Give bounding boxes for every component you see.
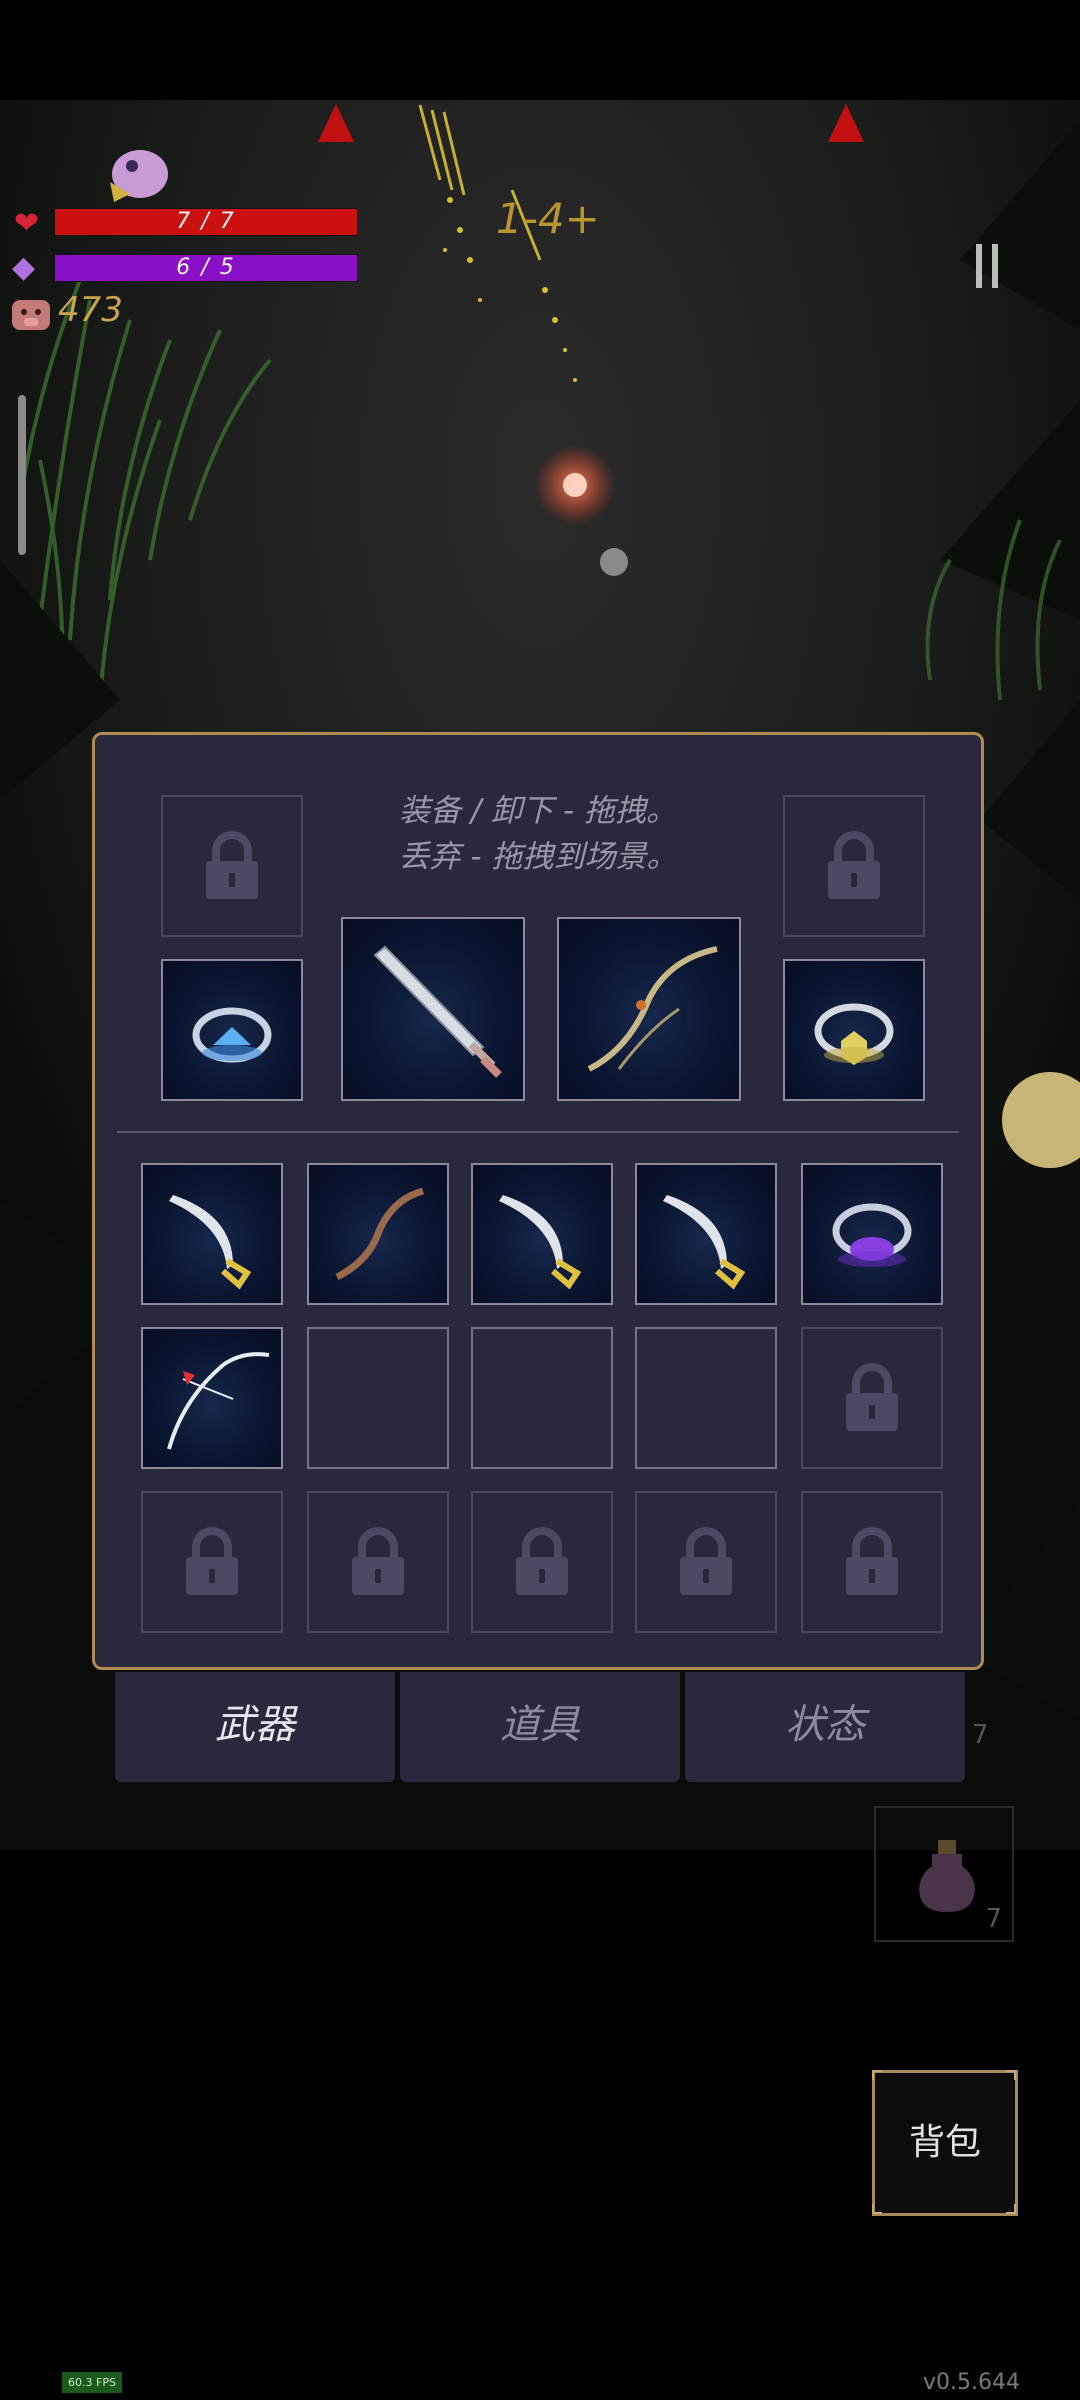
tab-status[interactable]: 状态 [685, 1672, 965, 1782]
potion-icon [919, 1840, 975, 1912]
tab-items[interactable]: 道具 [400, 1672, 680, 1782]
potion-quick-slot[interactable]: 7 [874, 1806, 1014, 1942]
equip-slot-locked [783, 795, 925, 937]
pause-button[interactable] [976, 244, 1006, 288]
bag-slot-locked [141, 1491, 283, 1633]
lock-icon [846, 1363, 898, 1431]
mana-text: 6 / 5 [176, 255, 236, 280]
game-scene[interactable]: ❤ 7 / 7 ◆ 6 / 5 473 1-4+ 装备 / 卸下 - 拖拽。 丢… [0, 0, 1080, 2400]
coin-count: 473 [58, 290, 123, 330]
amethyst-ring-icon [832, 1203, 912, 1267]
gold-ring-icon [814, 1003, 894, 1065]
potion-count: 7 [972, 1720, 989, 1750]
lock-icon [828, 831, 880, 899]
section-divider [117, 1131, 959, 1133]
mana-gem-icon: ◆ [12, 250, 36, 285]
version-label: v0.5.644 [923, 2370, 1020, 2395]
equip-slot-off-weapon[interactable] [557, 917, 741, 1101]
equip-slot-locked [161, 795, 303, 937]
potion-count: 7 [985, 1904, 1002, 1934]
bag-slot-item[interactable] [635, 1163, 777, 1305]
bag-slot-locked [801, 1327, 943, 1469]
pause-icon [976, 244, 982, 288]
bag-slot-empty[interactable] [635, 1327, 777, 1469]
wooden-bow-icon [587, 946, 718, 1072]
lock-icon [680, 1527, 732, 1595]
lock-icon [206, 831, 258, 899]
health-bar: 7 / 7 [54, 208, 358, 236]
sapphire-ring-icon [192, 1007, 272, 1063]
damage-number: 1-4+ [496, 194, 600, 243]
bag-slot-item[interactable] [801, 1163, 943, 1305]
pig-coin-icon [12, 300, 50, 330]
equip-slot-main-weapon[interactable] [341, 917, 525, 1101]
scimitar-icon [169, 1195, 252, 1290]
bag-slot-locked [635, 1491, 777, 1633]
equip-slot-ring-right[interactable] [783, 959, 925, 1101]
tab-weapons[interactable]: 武器 [115, 1672, 395, 1782]
bag-slot-item[interactable] [141, 1163, 283, 1305]
bag-slot-empty[interactable] [471, 1327, 613, 1469]
health-text: 7 / 7 [176, 209, 236, 234]
heart-icon: ❤ [14, 206, 40, 241]
bag-slot-locked [307, 1491, 449, 1633]
bag-slot-locked [471, 1491, 613, 1633]
white-bow-icon [167, 1352, 270, 1450]
bag-slot-empty[interactable] [307, 1327, 449, 1469]
bag-slot-item[interactable] [141, 1327, 283, 1469]
silver-sword-icon [373, 945, 502, 1078]
mana-bar: 6 / 5 [54, 254, 358, 282]
inventory-panel: 装备 / 卸下 - 拖拽。 丢弃 - 拖拽到场景。 [92, 732, 984, 1670]
lock-icon [352, 1527, 404, 1595]
scimitar-icon [499, 1195, 582, 1290]
fps-counter: 60.3 FPS [62, 2372, 122, 2393]
pet-avatar[interactable] [100, 134, 190, 204]
bag-slot-locked [801, 1491, 943, 1633]
scimitar-icon [663, 1195, 746, 1290]
lock-icon [846, 1527, 898, 1595]
backpack-button[interactable]: 背包 [872, 2070, 1018, 2216]
branch-bow-icon [335, 1187, 425, 1281]
lock-icon [186, 1527, 238, 1595]
equip-slot-ring-left[interactable] [161, 959, 303, 1101]
bag-slot-item[interactable] [307, 1163, 449, 1305]
bag-slot-item[interactable] [471, 1163, 613, 1305]
lock-icon [516, 1527, 568, 1595]
